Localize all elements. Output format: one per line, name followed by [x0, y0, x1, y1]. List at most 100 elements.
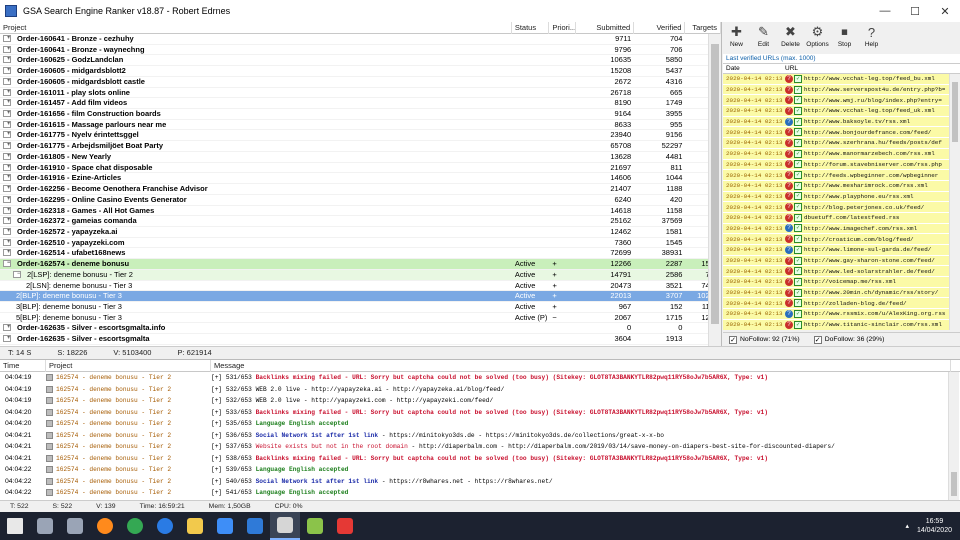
verified-url-row[interactable]: 2020-04-14 02:13? ✓ http://zolladen-blog.d…	[723, 298, 949, 310]
project-row[interactable]: + Order-162572 - yapayzeka.ai 12462 1581	[0, 227, 721, 238]
store-taskbar-button[interactable]	[210, 512, 240, 540]
verified-url-row[interactable]: 2020-04-14 02:13? ✓ dbuetuff.com/latestfee…	[723, 212, 949, 224]
verified-url-row[interactable]: 2020-04-14 02:13? ✓ http://www.rssmix.com/…	[723, 309, 949, 320]
project-row[interactable]: + Order-161615 - Massage parlours near me…	[0, 120, 721, 131]
column-header-time[interactable]: Time	[0, 359, 46, 372]
expand-toggle-icon[interactable]: −	[3, 260, 11, 268]
log-row[interactable]: 04:04:19 162574 - deneme bonusu - Tier 2 […	[0, 395, 960, 407]
expand-toggle-icon[interactable]: +	[3, 238, 11, 246]
verified-url-row[interactable]: 2020-04-14 02:13? ✓ http://www.szerhrana.h…	[723, 138, 949, 149]
close-button[interactable]: ✕	[930, 0, 960, 22]
expand-toggle-icon[interactable]: +	[3, 335, 11, 343]
expand-toggle-icon[interactable]: +	[3, 249, 11, 257]
project-row[interactable]: 2[BLP]: deneme bonusu - Tier 3 Active +220…	[0, 291, 721, 302]
chrome-taskbar-button[interactable]	[120, 512, 150, 540]
stop-button[interactable]: ⏹ Stop	[831, 24, 858, 48]
column-header-project[interactable]: Project	[0, 21, 512, 34]
project-row[interactable]: + Order-160605 - midgardsblott castle 2672…	[0, 77, 721, 88]
log-row[interactable]: 04:04:21 162574 - deneme bonusu - Tier 2 […	[0, 441, 960, 453]
project-row[interactable]: − Order-162574 - deneme bonusu Active +1226…	[0, 259, 721, 270]
edit-button[interactable]: ✎ Edit	[750, 24, 777, 48]
log-row[interactable]: 04:04:22 162574 - deneme bonusu - Tier 2 […	[0, 476, 960, 488]
verified-url-row[interactable]: 2020-04-14 02:13? ✓ http://www.playphone.e…	[723, 191, 949, 203]
project-row[interactable]: + Order-160641 - Bronze - waynechng 9796 70…	[0, 45, 721, 56]
expand-toggle-icon[interactable]: +	[3, 152, 11, 160]
expand-toggle-icon[interactable]: +	[3, 142, 11, 150]
verified-url-row[interactable]: 2020-04-14 02:13? ✓ http://www.led-solarst…	[723, 266, 949, 278]
verified-url-row[interactable]: 2020-04-14 02:13? ✓ http://www.bonjourdefr…	[723, 127, 949, 139]
expand-toggle-icon[interactable]: +	[3, 67, 11, 75]
log-row[interactable]: 04:04:19 162574 - deneme bonusu - Tier 2 […	[0, 384, 960, 396]
mail-taskbar-button[interactable]	[240, 512, 270, 540]
scrollbar-thumb[interactable]	[952, 82, 958, 142]
file-explorer-taskbar-button[interactable]	[180, 512, 210, 540]
verified-url-row[interactable]: 2020-04-14 02:13? ✓ http://www.vcchat-leg.…	[723, 74, 949, 85]
verified-list-scrollbar[interactable]	[949, 74, 960, 330]
verified-url-row[interactable]: 2020-04-14 02:13? ✓ http://www.manormarzeb…	[723, 148, 949, 160]
verified-url-row[interactable]: 2020-04-14 02:13? ✓ http://feeds.wpbeginne…	[723, 170, 949, 181]
project-row[interactable]: + Order-161916 - Ezine-Articles 14606 1044	[0, 173, 721, 185]
project-row[interactable]: + Order-162318 - Games - All Hot Games 146…	[0, 206, 721, 217]
project-row[interactable]: 5[BLP]: deneme bonusu - Tier 3 Active (P)…	[0, 313, 721, 324]
verified-url-row[interactable]: 2020-04-14 02:13? ✓ http://www.mesharimroc…	[723, 180, 949, 192]
verified-url-row[interactable]: 2020-04-14 02:13? ✓ http://www.limone-sul-…	[723, 245, 949, 256]
expand-toggle-icon[interactable]: +	[3, 227, 11, 235]
expand-toggle-icon[interactable]: +	[3, 185, 11, 193]
log-row[interactable]: 04:04:22 162574 - deneme bonusu - Tier 2 […	[0, 487, 960, 499]
verified-url-row[interactable]: 2020-04-14 02:13? ✓ http://croaticum.com/b…	[723, 234, 949, 245]
expand-toggle-icon[interactable]: +	[3, 45, 11, 53]
log-row[interactable]: 04:04:20 162574 - deneme bonusu - Tier 2 […	[0, 418, 960, 430]
clock[interactable]: 16:59 14/04/2020	[917, 517, 952, 535]
expand-toggle-icon[interactable]: +	[3, 131, 11, 139]
expand-toggle-icon[interactable]: +	[3, 195, 11, 203]
expand-toggle-icon[interactable]: +	[3, 56, 11, 64]
project-row[interactable]: + Order-160625 - GodzLandclan 10635 5850	[0, 55, 721, 67]
project-row[interactable]: + Order-162295 - Online Casino Events Gen…	[0, 195, 721, 206]
column-header-log-project[interactable]: Project	[46, 359, 211, 372]
search-taskbar-button[interactable]	[30, 512, 60, 540]
verified-url-row[interactable]: 2020-04-14 02:13? ✓ http://www.titanic-sin…	[723, 319, 949, 330]
new-button[interactable]: ✚ New	[723, 24, 750, 48]
expand-toggle-icon[interactable]: +	[3, 120, 11, 128]
expand-toggle-icon[interactable]: +	[3, 174, 11, 182]
edge-taskbar-button[interactable]	[150, 512, 180, 540]
verified-url-row[interactable]: 2020-04-14 02:13? ✓ http://www.gay-sharon-…	[723, 255, 949, 267]
expand-toggle-icon[interactable]: +	[3, 217, 11, 225]
options-button[interactable]: ⚙ Options	[804, 24, 831, 48]
project-row[interactable]: −2[LSP]: deneme bonusu - Tier 2 Active +14…	[0, 269, 721, 281]
column-header-date[interactable]: Date	[723, 64, 785, 73]
firefox-taskbar-button[interactable]	[90, 512, 120, 540]
column-header-priority[interactable]: Priori...	[549, 21, 577, 34]
column-header-message[interactable]: Message	[211, 359, 951, 372]
log-row[interactable]: 04:04:21 162574 - deneme bonusu - Tier 2 […	[0, 453, 960, 465]
project-row[interactable]: 3[BLP]: deneme bonusu - Tier 3 Active +967…	[0, 302, 721, 313]
app-2-taskbar-button[interactable]	[330, 512, 360, 540]
column-header-verified[interactable]: Verified	[634, 21, 686, 34]
scrollbar-thumb[interactable]	[711, 44, 719, 324]
project-row[interactable]: + Order-161011 - play slots online 26718 66…	[0, 88, 721, 99]
expand-toggle-icon[interactable]: +	[3, 163, 11, 171]
verified-url-row[interactable]: 2020-04-14 02:13? ✓ http://www.vcchat-leg.…	[723, 106, 949, 117]
project-row[interactable]: + Order-162256 - Become Oenothera Franchi…	[0, 184, 721, 195]
project-row[interactable]: + Order-162372 - gameias comanda 25162 3756…	[0, 216, 721, 227]
project-row[interactable]: + Order-161910 - Space chat disposable 216…	[0, 163, 721, 174]
project-row[interactable]: + Order-162635 - Silver - escortsgmalta.i…	[0, 323, 721, 335]
dofollow-checkbox[interactable]: ✓	[813, 335, 822, 344]
expand-toggle-icon[interactable]: +	[3, 77, 11, 85]
notifications-icon[interactable]: ▴	[905, 522, 909, 530]
project-row[interactable]: + Order-160605 - midgardsblott2 15208 5437	[0, 66, 721, 77]
expand-toggle-icon[interactable]: −	[13, 270, 21, 278]
help-button[interactable]: ? Help	[858, 24, 885, 49]
column-header-targets[interactable]: Targets	[685, 21, 721, 34]
project-row[interactable]: + Order-161457 - Add film videos 8190 1749	[0, 98, 721, 110]
expand-toggle-icon[interactable]: +	[3, 88, 11, 96]
minimize-button[interactable]: —	[870, 0, 900, 22]
expand-toggle-icon[interactable]: +	[3, 99, 11, 107]
scrollbar-thumb[interactable]	[951, 472, 957, 496]
verified-url-row[interactable]: 2020-04-14 02:13? ✓ http://www.serverspost…	[723, 84, 949, 96]
task-view-taskbar-button[interactable]	[60, 512, 90, 540]
project-row[interactable]: + Order-160641 - Bronze - cezhuhy 9711 704	[0, 34, 721, 45]
log-row[interactable]: 04:04:20 162574 - deneme bonusu - Tier 2 […	[0, 407, 960, 419]
app-taskbar-button[interactable]	[300, 512, 330, 540]
column-header-status[interactable]: Status	[512, 21, 550, 34]
